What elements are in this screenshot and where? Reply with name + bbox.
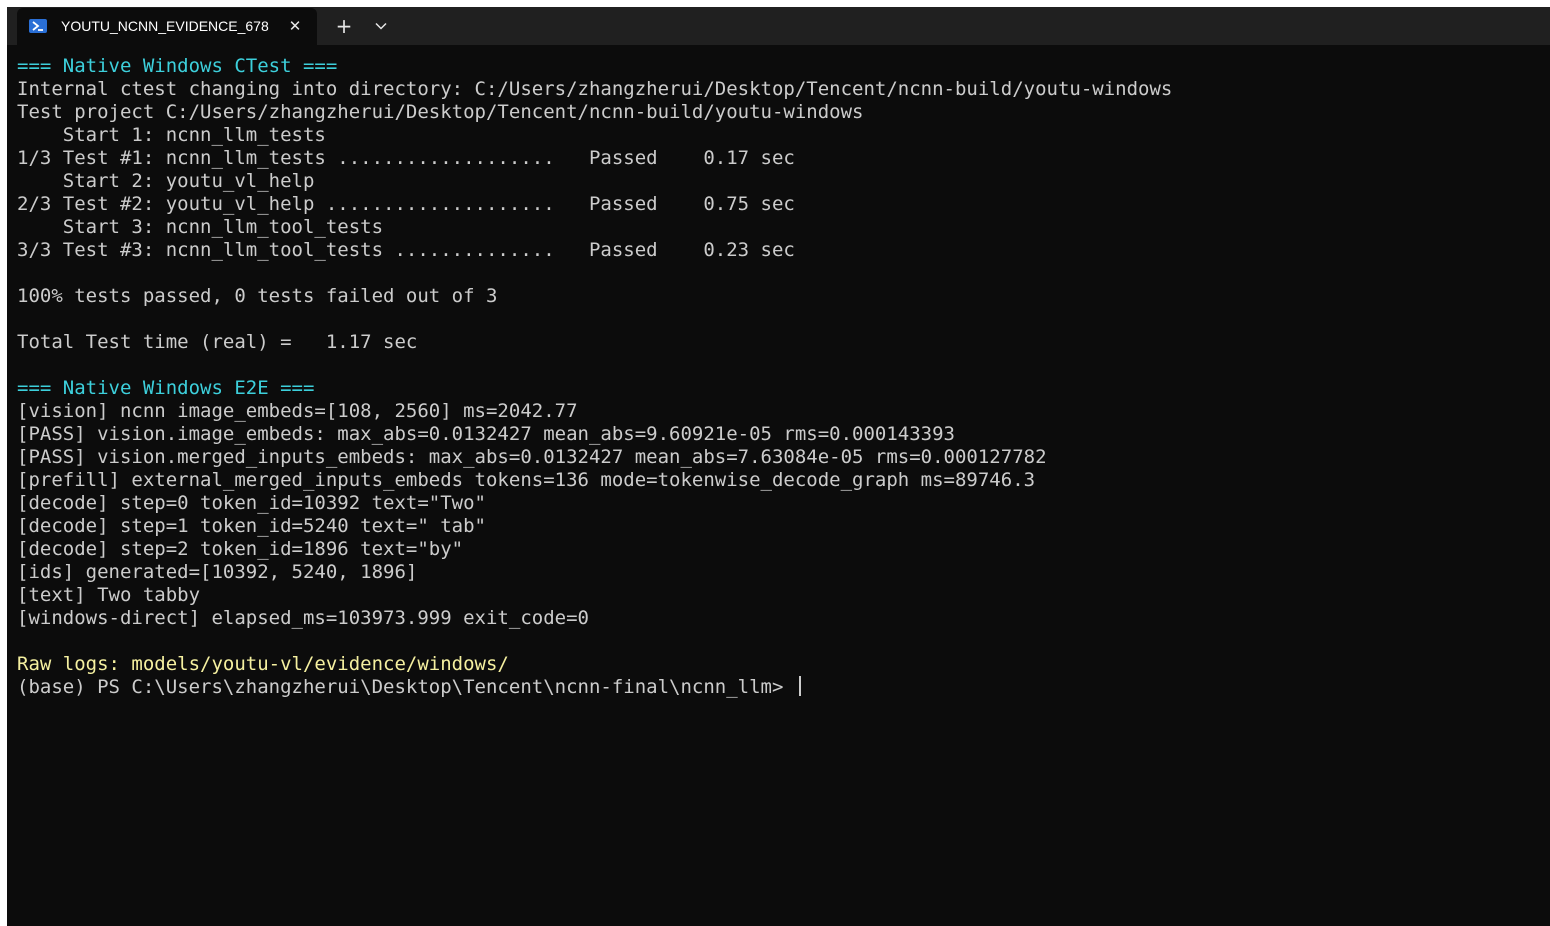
text-cursor <box>798 676 801 696</box>
tab-active[interactable]: YOUTU_NCNN_EVIDENCE_678 ✕ <box>17 8 317 45</box>
section-heading: === Native Windows CTest === <box>17 55 338 77</box>
output-line: [ids] generated=[10392, 5240, 1896] <box>17 561 418 583</box>
new-tab-button[interactable]: + <box>329 13 359 39</box>
terminal-window: YOUTU_NCNN_EVIDENCE_678 ✕ + === Native W… <box>7 7 1550 926</box>
shell-prompt: (base) PS C:\Users\zhangzherui\Desktop\T… <box>17 676 795 698</box>
output-line: [PASS] vision.merged_inputs_embeds: max_… <box>17 446 1047 468</box>
output-line: [decode] step=2 token_id=1896 text="by" <box>17 538 464 560</box>
output-line: [windows-direct] elapsed_ms=103973.999 e… <box>17 607 589 629</box>
tab-dropdown-button[interactable] <box>367 13 395 39</box>
section-heading: === Native Windows E2E === <box>17 377 315 399</box>
output-line: 100% tests passed, 0 tests failed out of… <box>17 285 498 307</box>
output-line: 3/3 Test #3: ncnn_llm_tool_tests .......… <box>17 239 795 261</box>
output-line: 2/3 Test #2: youtu_vl_help .............… <box>17 193 795 215</box>
output-line: Start 1: ncnn_llm_tests <box>17 124 326 146</box>
chevron-down-icon <box>375 22 387 30</box>
close-icon[interactable]: ✕ <box>285 16 305 36</box>
output-line: Test project C:/Users/zhangzherui/Deskto… <box>17 101 864 123</box>
output-line: Total Test time (real) = 1.17 sec <box>17 331 418 353</box>
output-line: [vision] ncnn image_embeds=[108, 2560] m… <box>17 400 578 422</box>
output-line: [decode] step=0 token_id=10392 text="Two… <box>17 492 486 514</box>
raw-logs-line: Raw logs: models/youtu-vl/evidence/windo… <box>17 653 509 675</box>
prompt-line[interactable]: (base) PS C:\Users\zhangzherui\Desktop\T… <box>17 676 1540 699</box>
output-line: Start 2: youtu_vl_help <box>17 170 315 192</box>
output-line: 1/3 Test #1: ncnn_llm_tests ............… <box>17 147 795 169</box>
output-line: [decode] step=1 token_id=5240 text=" tab… <box>17 515 486 537</box>
output-line: Start 3: ncnn_llm_tool_tests <box>17 216 384 238</box>
powershell-icon <box>29 19 47 33</box>
tab-bar: YOUTU_NCNN_EVIDENCE_678 ✕ + <box>7 7 1550 45</box>
output-line: [text] Two tabby <box>17 584 201 606</box>
output-line: [PASS] vision.image_embeds: max_abs=0.01… <box>17 423 955 445</box>
output-line: Internal ctest changing into directory: … <box>17 78 1173 100</box>
tab-title: YOUTU_NCNN_EVIDENCE_678 <box>61 18 269 34</box>
output-line: [prefill] external_merged_inputs_embeds … <box>17 469 1036 491</box>
terminal-output[interactable]: === Native Windows CTest === Internal ct… <box>17 55 1540 926</box>
